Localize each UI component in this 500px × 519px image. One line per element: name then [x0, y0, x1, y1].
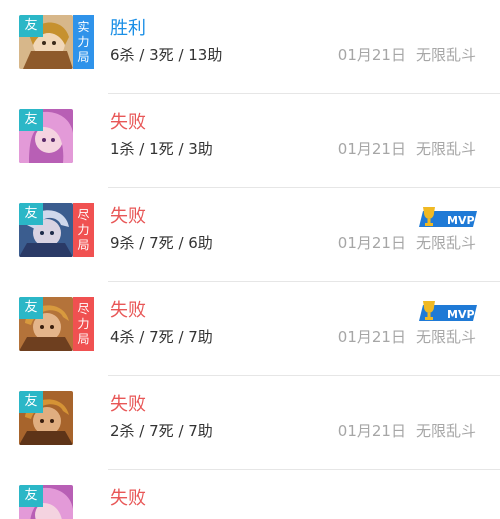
match-meta: 01月21日 无限乱斗	[338, 45, 476, 65]
friend-badge: 友	[19, 485, 43, 507]
hero-avatar: 友	[19, 203, 73, 257]
match-result: 失败	[110, 206, 146, 227]
friend-badge: 友	[19, 15, 43, 37]
match-row[interactable]: 友 尽 力 局 失败 9杀 / 7死 / 6助 01月21日 无限乱斗	[0, 188, 500, 282]
game-mode: 无限乱斗	[415, 328, 476, 346]
match-row[interactable]: 友 尽 力 局 失败 4杀 / 7死 / 7助 01月21日 无限乱斗	[0, 282, 500, 376]
friend-badge: 友	[19, 297, 43, 319]
friend-badge: 友	[19, 391, 43, 413]
match-result: 失败	[110, 300, 146, 321]
match-row[interactable]: 友 失败 2杀 / 7死 / 7助 01月21日 无限乱斗	[0, 376, 500, 470]
mvp-label: MVP	[447, 308, 475, 321]
match-row[interactable]: 友 失败	[0, 470, 500, 519]
kda-text: 4杀 / 7死 / 7助	[110, 328, 213, 346]
friend-badge: 友	[19, 109, 43, 131]
match-result: 失败	[110, 394, 146, 415]
match-row[interactable]: 友 失败 1杀 / 1死 / 3助 01月21日 无限乱斗	[0, 94, 500, 188]
match-meta: 01月21日 无限乱斗	[338, 233, 476, 253]
hero-avatar: 友	[19, 391, 73, 445]
game-mode: 无限乱斗	[415, 46, 476, 64]
hero-avatar: 友	[19, 485, 73, 519]
game-mode: 无限乱斗	[415, 234, 476, 252]
match-meta: 01月21日 无限乱斗	[338, 421, 476, 441]
game-mode: 无限乱斗	[415, 140, 476, 158]
match-date: 01月21日	[337, 140, 406, 158]
mvp-label: MVP	[447, 214, 475, 227]
match-result: 失败	[110, 112, 146, 133]
mode-badge: 实 力 局	[73, 15, 94, 69]
hero-avatar: 友	[19, 109, 73, 163]
match-result: 胜利	[110, 18, 146, 39]
match-row[interactable]: 友 实 力 局 胜利 6杀 / 3死 / 13助 01月21日 无限乱斗	[0, 0, 500, 94]
mode-badge: 尽 力 局	[73, 297, 94, 351]
kda-text: 1杀 / 1死 / 3助	[110, 140, 213, 158]
match-meta: 01月21日 无限乱斗	[338, 327, 476, 347]
kda-text: 6杀 / 3死 / 13助	[110, 46, 223, 64]
match-date: 01月21日	[337, 234, 406, 252]
mvp-badge: MVP	[417, 207, 479, 229]
game-mode: 无限乱斗	[415, 422, 476, 440]
match-date: 01月21日	[337, 422, 406, 440]
match-meta: 01月21日 无限乱斗	[338, 139, 476, 159]
match-result: 失败	[110, 488, 146, 509]
kda-text: 2杀 / 7死 / 7助	[110, 422, 213, 440]
mvp-badge: MVP	[417, 301, 479, 323]
kda-text: 9杀 / 7死 / 6助	[110, 234, 213, 252]
match-date: 01月21日	[337, 328, 406, 346]
hero-avatar: 友	[19, 297, 73, 351]
hero-avatar: 友	[19, 15, 73, 69]
match-date: 01月21日	[337, 46, 406, 64]
friend-badge: 友	[19, 203, 43, 225]
mode-badge: 尽 力 局	[73, 203, 94, 257]
